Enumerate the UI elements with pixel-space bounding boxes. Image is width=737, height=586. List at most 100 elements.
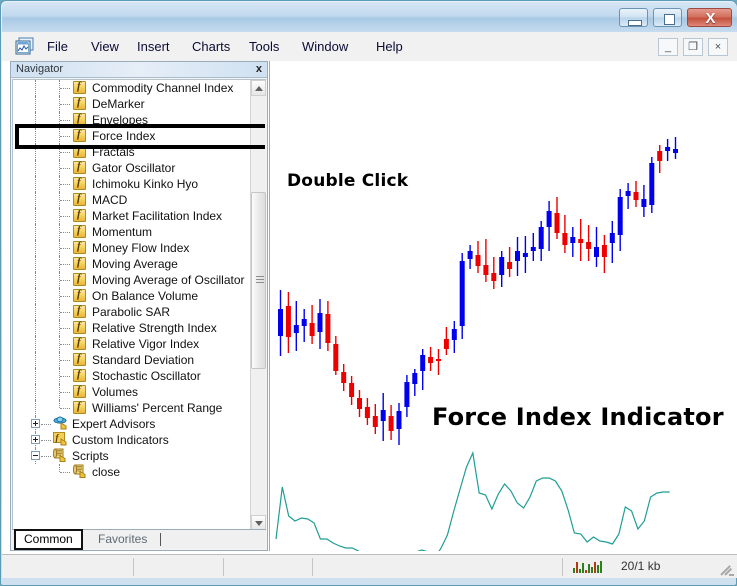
window-close-button[interactable]: X	[687, 8, 732, 27]
navigator-tree[interactable]: Commodity Channel Index DeMarker Envelopes…	[12, 79, 266, 532]
menu-bar: File View Insert Charts Tools Window Hel…	[2, 32, 737, 62]
tree-item-label: Gator Oscillator	[92, 161, 176, 175]
tree-item-indicator[interactable]: DeMarker	[13, 96, 249, 112]
status-separator	[223, 558, 224, 576]
menu-item-view[interactable]: View	[87, 38, 123, 55]
tree-item-indicator[interactable]: Relative Vigor Index	[13, 336, 249, 352]
menu-item-file[interactable]: File	[43, 38, 72, 55]
tree-item-indicator[interactable]: Parabolic SAR	[13, 304, 249, 320]
menu-item-charts[interactable]: Charts	[188, 38, 234, 55]
tree-item-label: Relative Strength Index	[92, 321, 217, 335]
tree-connector-dots	[60, 312, 70, 314]
tree-item-label: Volumes	[92, 385, 139, 399]
mdi-restore-button[interactable]: ❐	[683, 38, 703, 56]
tree-connector-dots	[60, 392, 70, 394]
menu-item-tools[interactable]: Tools	[245, 38, 283, 55]
tree-item-indicator[interactable]: Momentum	[13, 224, 249, 240]
tree-item-label: Stochastic Oscillator	[92, 369, 201, 383]
tree-item-label: Relative Vigor Index	[92, 337, 200, 351]
indicator-fx-icon	[73, 304, 86, 318]
scrollbar-thumb[interactable]	[251, 192, 266, 369]
tree-item-label: Ichimoku Kinko Hyo	[92, 177, 199, 191]
tree-connector-dots	[41, 456, 51, 458]
tree-connector-dots	[41, 440, 51, 442]
tree-item-label: Parabolic SAR	[92, 305, 171, 319]
tree-item-indicator[interactable]: Standard Deviation	[13, 352, 249, 368]
tree-connector-dots	[60, 344, 70, 346]
window-maximize-button[interactable]	[653, 8, 682, 27]
tree-item-script[interactable]: close	[13, 464, 249, 480]
tree-item-indicator[interactable]: Market Facilitation Index	[13, 208, 249, 224]
tree-connector-dots	[60, 104, 70, 106]
tree-group-label: Custom Indicators	[72, 433, 169, 447]
tree-item-label: Fractals	[92, 145, 135, 159]
tree-connector-line	[35, 304, 37, 320]
scroll-up-arrow-icon[interactable]	[251, 80, 266, 96]
tree-item-indicator[interactable]: Gator Oscillator	[13, 160, 249, 176]
tree-connector-line	[35, 192, 37, 208]
tree-connector-line	[35, 176, 37, 192]
tree-item-indicator[interactable]: Relative Strength Index	[13, 320, 249, 336]
script-icon	[72, 464, 87, 478]
menu-item-window[interactable]: Window	[298, 38, 352, 55]
mdi-minimize-button[interactable]: _	[658, 38, 678, 56]
tree-item-label: Moving Average of Oscillator	[92, 273, 245, 287]
menu-item-help[interactable]: Help	[372, 38, 407, 55]
collapse-minus-icon[interactable]	[31, 451, 40, 460]
price-chart-window[interactable]: Double Click Force Index Indicator	[269, 61, 736, 551]
tree-item-indicator[interactable]: Moving Average	[13, 256, 249, 272]
tree-item-indicator[interactable]: Ichimoku Kinko Hyo	[13, 176, 249, 192]
tree-connector-line	[35, 352, 37, 368]
tree-item-indicator[interactable]: Commodity Channel Index	[13, 80, 249, 96]
tree-group-expert-advisors[interactable]: Expert Advisors	[13, 416, 249, 432]
tree-connector-line	[35, 288, 37, 304]
navigator-scrollbar[interactable]	[250, 80, 266, 531]
expand-plus-icon[interactable]	[31, 435, 40, 444]
tab-caret	[160, 533, 161, 546]
indicator-fx-icon	[73, 288, 86, 302]
tree-item-indicator[interactable]: Envelopes	[13, 112, 249, 128]
window-minimize-button[interactable]	[619, 8, 648, 27]
menu-item-insert[interactable]: Insert	[133, 38, 174, 55]
tab-favorites[interactable]: Favorites	[90, 530, 155, 550]
tree-connector-dots	[60, 408, 70, 410]
tree-item-indicator[interactable]: Money Flow Index	[13, 240, 249, 256]
tree-item-indicator[interactable]: Stochastic Oscillator	[13, 368, 249, 384]
application-window: X File View Insert Charts Tools Window H…	[0, 0, 737, 586]
maximize-icon	[664, 14, 675, 25]
tree-item-indicator[interactable]: Volumes	[13, 384, 249, 400]
tree-item-indicator[interactable]: Williams' Percent Range	[13, 400, 249, 416]
tree-connector-line	[35, 336, 37, 352]
tree-item-indicator[interactable]: Fractals	[13, 144, 249, 160]
mdi-close-button[interactable]: ×	[708, 38, 728, 56]
navigator-panel: Navigator x Commodity Channel Index DeMar…	[10, 61, 268, 551]
tree-connector-dots	[60, 280, 70, 282]
custom-indicator-icon: f	[53, 432, 68, 446]
indicator-fx-icon	[73, 80, 86, 94]
tree-item-label: close	[92, 465, 121, 479]
indicator-fx-icon	[73, 320, 86, 334]
tree-item-label: MACD	[92, 193, 128, 207]
tree-item-indicator[interactable]: Force Index	[13, 128, 249, 144]
tree-connector-line	[35, 320, 37, 336]
tree-item-indicator[interactable]: MACD	[13, 192, 249, 208]
expand-plus-icon[interactable]	[31, 419, 40, 428]
tree-item-indicator[interactable]: On Balance Volume	[13, 288, 249, 304]
tree-item-label: Market Facilitation Index	[92, 209, 223, 223]
tree-item-label: Standard Deviation	[92, 353, 195, 367]
status-separator	[312, 558, 313, 576]
tree-connector-dots	[60, 248, 70, 250]
tab-common[interactable]: Common	[14, 529, 83, 550]
indicator-fx-icon	[73, 400, 86, 414]
tree-group-scripts[interactable]: Scripts	[13, 448, 249, 464]
metatrader-app-icon	[15, 37, 35, 56]
navigator-close-icon[interactable]: x	[256, 63, 262, 75]
tree-group-custom-indicators[interactable]: f Custom Indicators	[13, 432, 249, 448]
scripts-icon	[52, 448, 68, 462]
tree-item-label: DeMarker	[92, 97, 145, 111]
tree-item-indicator[interactable]: Moving Average of Oscillator	[13, 272, 249, 288]
status-bar: 20/1 kb	[2, 554, 737, 578]
resize-grip-icon[interactable]	[720, 562, 734, 576]
tree-connector-dots	[60, 216, 70, 218]
navigator-header: Navigator x	[11, 62, 267, 78]
